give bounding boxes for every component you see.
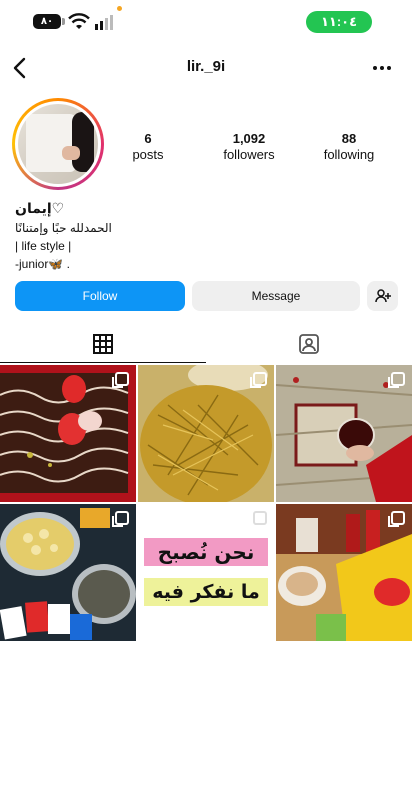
post-thumbnail[interactable]	[0, 504, 136, 641]
suggested-users-button[interactable]	[367, 281, 398, 311]
profile-header: lir._9i	[0, 52, 412, 84]
carousel-icon	[388, 511, 405, 527]
tab-tagged[interactable]	[206, 327, 412, 363]
post-thumbnail[interactable]	[0, 365, 136, 502]
profile-tabs	[0, 327, 412, 363]
carousel-icon	[112, 372, 129, 388]
more-options-icon[interactable]	[370, 58, 394, 78]
carousel-icon	[250, 511, 267, 527]
tab-posts-grid[interactable]	[0, 327, 206, 363]
bio-line: الحمدلله حبًا وإمتنانًا	[15, 221, 112, 235]
following-label: following	[323, 147, 375, 162]
bio-line: | life style |	[15, 239, 72, 253]
profile-username: lir._9i	[186, 58, 226, 75]
followers-label: followers	[223, 147, 275, 162]
bio-line: -junior🦋 .	[15, 257, 70, 271]
followers-count[interactable]: 1,092 followers	[209, 131, 289, 162]
tagged-icon	[299, 334, 319, 354]
grid-icon	[93, 334, 113, 354]
status-bar: ٨٠ ١١:٠٤	[0, 0, 412, 44]
post-quote-line: ما نفكر فيه	[152, 581, 260, 603]
followers-value: 1,092	[232, 131, 266, 146]
post-thumbnail[interactable]	[276, 504, 412, 641]
privacy-dot	[117, 6, 122, 11]
add-person-icon	[374, 289, 391, 303]
posts-value: 6	[144, 131, 152, 146]
follow-button[interactable]: Follow	[15, 281, 185, 311]
post-thumbnail[interactable]: نحن نُصبح ما نفكر فيه	[138, 504, 274, 641]
posts-grid: نحن نُصبح ما نفكر فيه	[0, 365, 412, 642]
battery-indicator: ٨٠	[33, 14, 65, 29]
message-button[interactable]: Message	[192, 281, 360, 311]
display-name: إيمان♡	[15, 200, 65, 216]
story-ring[interactable]	[12, 98, 104, 190]
posts-count: 6 posts	[108, 131, 188, 162]
following-count[interactable]: 88 following	[309, 131, 389, 162]
post-thumbnail[interactable]	[276, 365, 412, 502]
profile-bio: إيمان♡ الحمدلله حبًا وإمتنانًا | life st…	[15, 200, 395, 272]
post-thumbnail[interactable]	[138, 365, 274, 502]
wifi-icon	[68, 13, 90, 29]
following-value: 88	[341, 131, 357, 146]
carousel-icon	[388, 372, 405, 388]
avatar	[18, 104, 98, 184]
posts-label: posts	[132, 147, 164, 162]
carousel-icon	[112, 511, 129, 527]
post-quote-line: نحن نُصبح	[157, 540, 255, 564]
carousel-icon	[250, 372, 267, 388]
status-time: ١١:٠٤	[306, 11, 372, 33]
signal-icon	[95, 15, 113, 30]
